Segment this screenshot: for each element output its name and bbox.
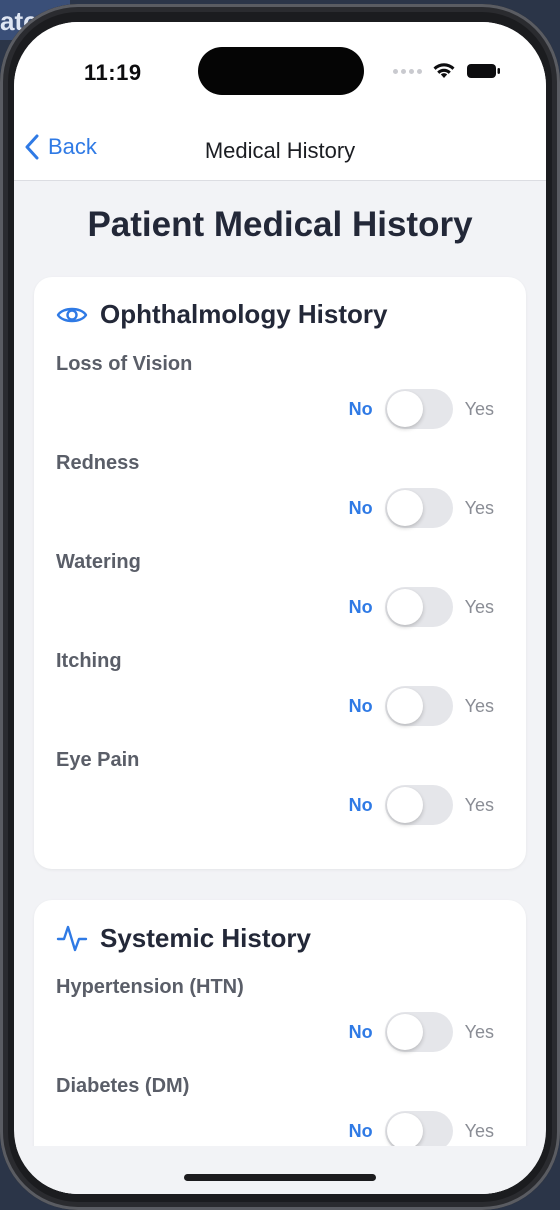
- switch-knob: [386, 490, 423, 526]
- toggle-switch[interactable]: [384, 488, 453, 528]
- question-label: Eye Pain: [56, 749, 140, 771]
- question-label: Watering: [56, 551, 141, 573]
- home-indicator-area: [14, 1146, 546, 1194]
- question-label: Redness: [56, 452, 140, 474]
- toggle-row: No Yes: [349, 1012, 494, 1052]
- home-indicator[interactable]: [184, 1174, 376, 1181]
- no-label: No: [348, 794, 373, 815]
- activity-icon: [56, 925, 88, 952]
- card-title: Ophthalmology History: [100, 299, 388, 329]
- yes-label: Yes: [464, 1021, 494, 1042]
- battery-icon: [467, 64, 500, 78]
- no-label: No: [348, 695, 373, 716]
- yes-label: Yes: [464, 497, 494, 518]
- question-label: Diabetes (DM): [56, 1075, 190, 1097]
- toggle-switch[interactable]: [384, 785, 453, 825]
- status-time: 11:19: [84, 60, 142, 85]
- switch-knob: [386, 589, 423, 625]
- toggle-row: No Yes: [349, 488, 494, 528]
- wifi-icon: [433, 63, 455, 78]
- yes-label: Yes: [464, 596, 494, 617]
- no-label: No: [348, 398, 373, 419]
- yes-label: Yes: [464, 1120, 494, 1141]
- switch-knob: [386, 1014, 423, 1050]
- toggle-switch[interactable]: [384, 587, 453, 627]
- yes-label: Yes: [464, 398, 494, 419]
- question-label: Itching: [56, 650, 122, 672]
- no-label: No: [348, 1021, 373, 1042]
- question-label: Hypertension (HTN): [56, 976, 244, 998]
- toggle-row: No Yes: [349, 1111, 494, 1151]
- toggle-switch[interactable]: [384, 389, 453, 429]
- switch-knob: [386, 391, 423, 427]
- card-title: Systemic History: [100, 922, 311, 953]
- toggle-row: No Yes: [349, 389, 494, 429]
- nav-title: Medical History: [204, 138, 356, 163]
- eye-icon: [56, 307, 88, 322]
- page-title: Patient Medical History: [87, 205, 473, 244]
- question-label: Loss of Vision: [56, 353, 193, 375]
- card-header: Ophthalmology History: [56, 299, 387, 330]
- toggle-switch[interactable]: [384, 1012, 453, 1052]
- toggle-switch[interactable]: [384, 686, 453, 726]
- card-header: Systemic History: [56, 922, 311, 954]
- switch-knob: [386, 688, 423, 724]
- status-icons: [393, 62, 502, 80]
- switch-knob: [386, 1113, 423, 1149]
- toggle-row: No Yes: [349, 686, 494, 726]
- switch-knob: [386, 787, 423, 823]
- yes-label: Yes: [464, 695, 494, 716]
- no-label: No: [348, 1120, 373, 1141]
- scroll-content[interactable]: Patient Medical History Ophthalmology Hi…: [14, 181, 546, 1194]
- ophthalmology-card: Ophthalmology History Loss of Vision No …: [34, 277, 526, 869]
- phone-frame: 11:19 Back Medical History Patient Medic…: [0, 4, 560, 1210]
- status-bar: 11:19: [14, 22, 546, 122]
- signal-icon: [393, 68, 422, 74]
- no-label: No: [348, 596, 373, 617]
- toggle-switch[interactable]: [384, 1111, 453, 1151]
- navigation-bar: Back Medical History: [14, 122, 546, 181]
- yes-label: Yes: [464, 794, 494, 815]
- toggle-row: No Yes: [349, 587, 494, 627]
- phone-screen: 11:19 Back Medical History Patient Medic…: [14, 22, 546, 1194]
- no-label: No: [348, 497, 373, 518]
- toggle-row: No Yes: [349, 785, 494, 825]
- dynamic-island: [198, 47, 364, 95]
